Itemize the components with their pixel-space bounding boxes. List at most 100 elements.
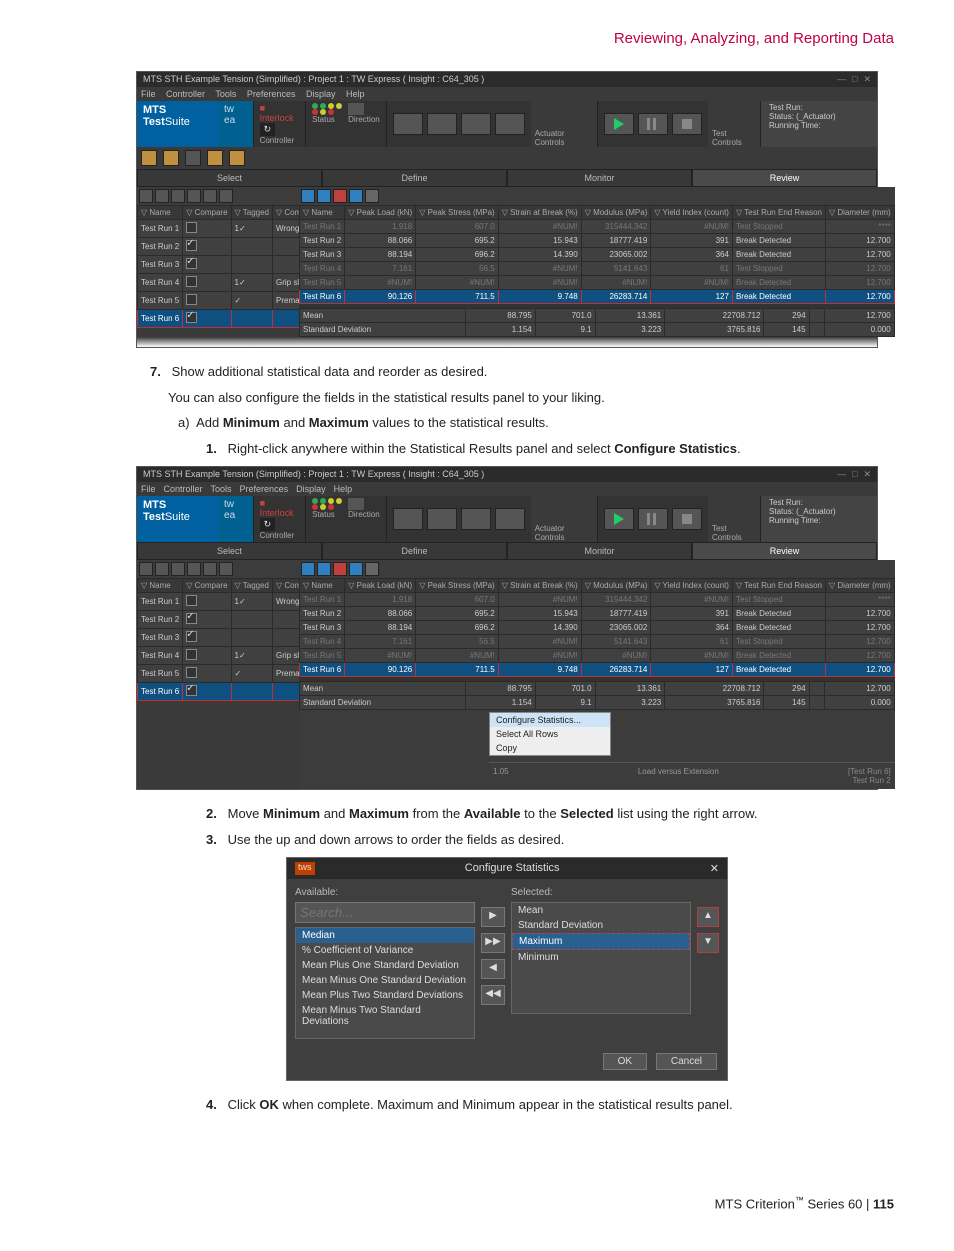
toolbar-icon[interactable] [141,150,157,166]
move-down-button[interactable]: ▼ [697,933,719,953]
toolbar-icon[interactable] [163,150,179,166]
tool-icon[interactable] [187,189,201,203]
page-header: Reviewing, Analyzing, and Reporting Data [120,30,894,47]
actuator-btn-2[interactable] [427,113,457,135]
menu-tools[interactable]: Tools [215,89,236,99]
minimize-icon[interactable]: — [837,74,846,84]
tool-icon[interactable] [203,189,217,203]
maximize-icon[interactable]: □ [852,74,857,84]
tool-icon[interactable] [139,189,153,203]
context-menu[interactable]: Configure Statistics... Select All Rows … [489,712,611,756]
cancel-button[interactable]: Cancel [656,1053,717,1070]
tool-icon[interactable] [333,189,347,203]
menu-file[interactable]: File [141,89,156,99]
tool-icon[interactable] [155,189,169,203]
step-7-2: 2. Move Minimum and Maximum from the Ava… [206,804,894,824]
menu-display[interactable]: Display [306,89,336,99]
available-label: Available: [295,887,475,898]
chart-area: 1.05 Load versus Extension [Test Run 6]T… [489,762,895,789]
page-footer: MTS Criterion™ Series 60 | 115 [120,1195,894,1211]
step-7-3: 3. Use the up and down arrows to order t… [206,830,894,850]
stop-button[interactable] [672,113,702,135]
actuator-controls-label: Actuator Controls [531,129,597,147]
tab-monitor[interactable]: Monitor [507,542,692,560]
actuator-btn-3[interactable] [461,113,491,135]
dialog-title: Configure Statistics [465,862,560,875]
reset-button[interactable]: ↻ [260,123,276,136]
tool-icon[interactable] [171,189,185,203]
run-list-table[interactable]: ▽ Name▽ Compare▽ Tagged▽ CommentTest Run… [137,578,324,701]
tab-row: Select Define Monitor Review [137,169,877,187]
menu-select-all-rows[interactable]: Select All Rows [490,727,610,741]
selected-label: Selected: [511,887,691,898]
interlock-label: ■ Interlock [260,103,300,123]
menu-file[interactable]: File [141,484,156,494]
tab-define[interactable]: Define [322,542,507,560]
reset-button[interactable]: ↻ [260,518,276,531]
step-7-4: 4. Click OK when complete. Maximum and M… [206,1095,894,1115]
results-table[interactable]: ▽ Name▽ Peak Load (kN)▽ Peak Stress (MPa… [299,578,895,677]
close-icon[interactable]: ✕ [863,469,871,479]
menu-configure-statistics[interactable]: Configure Statistics... [490,713,610,727]
actuator-btn-4[interactable] [495,113,525,135]
menu-copy[interactable]: Copy [490,741,610,755]
minimize-icon[interactable]: — [837,469,846,479]
run-list-table[interactable]: ▽ Name▽ Compare▽ Tagged▽ CommentTest Run… [137,205,324,328]
screenshot-2: MTS STH Example Tension (Simplified) : P… [136,466,878,790]
pause-button[interactable] [638,113,668,135]
menu-preferences[interactable]: Preferences [240,484,289,494]
tool-icon[interactable] [317,189,331,203]
move-left-button[interactable]: ◀ [481,959,505,979]
selected-list[interactable]: MeanStandard DeviationMaximumMinimum [511,902,691,1014]
tab-select[interactable]: Select [137,169,322,187]
available-list[interactable]: Median% Coefficient of VarianceMean Plus… [295,927,475,1039]
toolbar-icon[interactable] [229,150,245,166]
stats-table: Mean88.795701.013.36122708.71229412.700S… [299,308,895,337]
move-all-right-button[interactable]: ▶▶ [481,933,505,953]
actuator-btn-1[interactable] [393,113,423,135]
menu-display[interactable]: Display [296,484,326,494]
tab-review[interactable]: Review [692,169,877,187]
screenshot-1: MTS STH Example Tension (Simplified) : P… [136,71,878,348]
close-icon[interactable]: ✕ [710,862,719,875]
play-button[interactable] [604,508,634,530]
stop-button[interactable] [672,508,702,530]
menu-preferences[interactable]: Preferences [247,89,296,99]
menu-bar[interactable]: File Controller Tools Preferences Displa… [137,87,877,101]
move-up-button[interactable]: ▲ [697,907,719,927]
menu-controller[interactable]: Controller [164,484,203,494]
app-brand: MTS TestSuite [137,101,218,147]
move-all-left-button[interactable]: ◀◀ [481,985,505,1005]
tab-monitor[interactable]: Monitor [507,169,692,187]
move-right-button[interactable]: ▶ [481,907,505,927]
menu-tools[interactable]: Tools [211,484,232,494]
window-titlebar: MTS STH Example Tension (Simplified) : P… [137,72,877,87]
tool-icon[interactable] [219,189,233,203]
tab-select[interactable]: Select [137,542,322,560]
step-7a: a) Add Minimum and Maximum values to the… [178,413,894,433]
configure-statistics-dialog: tws Configure Statistics ✕ Available: Medi… [286,857,728,1081]
tab-define[interactable]: Define [322,169,507,187]
tool-icon[interactable] [301,189,315,203]
tool-icon[interactable] [365,189,379,203]
maximize-icon[interactable]: □ [852,469,857,479]
info-panel: Test Run:Status: (_Actuator)Running Time… [760,101,877,147]
app-icon: tws [295,862,315,875]
menu-help[interactable]: Help [346,89,365,99]
menu-controller[interactable]: Controller [166,89,205,99]
pause-button[interactable] [638,508,668,530]
search-input[interactable] [295,902,475,923]
run-selection-panel: ▽ Name▽ Compare▽ Tagged▽ CommentTest Run… [137,187,299,328]
step-7-desc: You can also configure the fields in the… [168,388,894,408]
ok-button[interactable]: OK [603,1053,647,1070]
menu-help[interactable]: Help [334,484,353,494]
status-label: Status [312,115,342,124]
toolbar-icon[interactable] [207,150,223,166]
results-table[interactable]: ▽ Name▽ Peak Load (kN)▽ Peak Stress (MPa… [299,205,895,304]
tool-icon[interactable] [349,189,363,203]
controller-label: Controller [260,136,300,145]
tab-review[interactable]: Review [692,542,877,560]
close-icon[interactable]: ✕ [863,74,871,84]
toolbar-icon[interactable] [185,150,201,166]
play-button[interactable] [604,113,634,135]
